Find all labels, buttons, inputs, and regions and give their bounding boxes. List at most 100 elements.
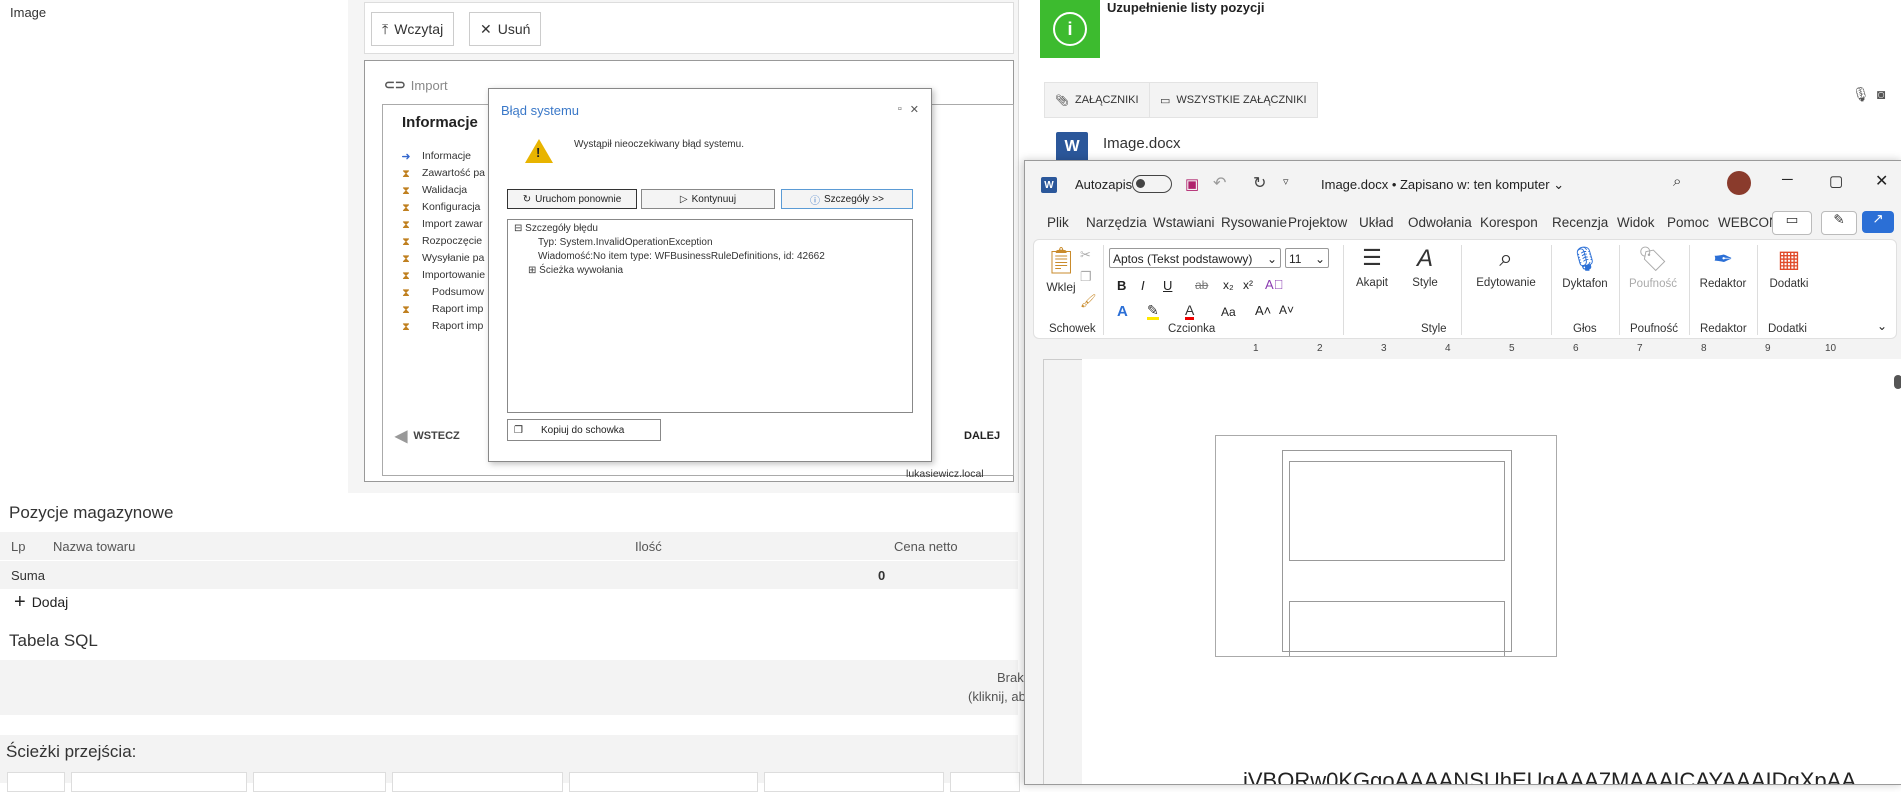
separator <box>1689 245 1690 335</box>
superscript-icon[interactable]: x² <box>1243 278 1253 292</box>
step-item: ⧗ Wysyłanie pa <box>400 250 485 267</box>
microphone-icon: 🎙︎ <box>1569 246 1601 273</box>
add-label: Dodaj <box>31 594 69 610</box>
add-item-button[interactable]: + Dodaj <box>14 592 69 612</box>
bold-icon[interactable]: B <box>1117 278 1126 293</box>
chevron-down-icon[interactable]: ⌄ <box>1877 319 1887 333</box>
step-item: ⧗ Rozpoczęcie <box>400 233 485 250</box>
search-icon: ⌕ <box>1499 245 1513 272</box>
sql-table[interactable]: Brak (kliknij, ab <box>0 660 1026 715</box>
col-price: Cena netto <box>894 539 958 554</box>
quick-access-icon[interactable]: ▿ <box>1283 175 1289 188</box>
substep-label: Raport imp <box>432 320 484 332</box>
cut-icon[interactable]: ✂ <box>1080 247 1091 263</box>
delete-button[interactable]: ✕ Usuń <box>469 12 542 46</box>
tab-webcon[interactable]: WEBCON <box>1718 215 1778 230</box>
tab-tools[interactable]: Narzędzia <box>1086 215 1150 230</box>
path-button[interactable] <box>392 772 563 792</box>
restart-button: ↻ Uruchom ponownie <box>507 189 637 209</box>
tab-mailings[interactable]: Korespon <box>1480 215 1546 230</box>
separator <box>1551 245 1552 335</box>
comments-icon[interactable]: ▭ <box>1772 211 1812 235</box>
text-effects-icon[interactable]: A <box>1117 303 1128 320</box>
pen-icon[interactable]: ✎ <box>1821 211 1857 235</box>
strikethrough-icon[interactable]: ab <box>1195 278 1208 292</box>
maximize-icon[interactable]: ▢ <box>1829 172 1843 190</box>
hourglass-icon: ⧗ <box>402 252 410 265</box>
dictate-button[interactable]: 🎙︎ Dyktafon <box>1555 245 1615 290</box>
styles-button[interactable]: A Style <box>1405 245 1445 289</box>
underline-icon[interactable]: U <box>1163 278 1172 293</box>
path-button[interactable] <box>7 772 65 792</box>
clipboard-icon: 📋︎ <box>1044 245 1078 275</box>
tab-help[interactable]: Pomoc <box>1667 215 1711 230</box>
embedded-image <box>1215 435 1557 657</box>
hourglass-icon: ⧗ <box>402 303 410 316</box>
editing-button[interactable]: ⌕ Edytowanie <box>1471 245 1541 289</box>
hourglass-icon: ⧗ <box>402 218 410 231</box>
editor-button[interactable]: ✒ Redaktor <box>1693 245 1753 290</box>
minimize-icon[interactable]: ─ <box>1782 171 1793 188</box>
refresh-icon: ↻ <box>522 193 532 205</box>
save-icon[interactable]: ▣ <box>1185 175 1199 193</box>
change-case-icon[interactable]: Aa <box>1221 305 1236 319</box>
autosave-toggle[interactable] <box>1132 175 1172 193</box>
ruler-mark: 4 <box>1445 343 1451 354</box>
step-label: Zawartość pa <box>422 167 486 179</box>
tab-all-attachments[interactable]: ▭ WSZYSTKIE ZAŁĄCZNIKI <box>1149 82 1318 118</box>
tab-review[interactable]: Recenzja <box>1552 215 1612 230</box>
maximize-icon: ▫ <box>897 103 902 115</box>
italic-icon[interactable]: I <box>1141 278 1145 293</box>
clear-format-icon[interactable]: A⃥ <box>1265 277 1283 292</box>
tab-view[interactable]: Widok <box>1617 215 1659 230</box>
mini-details-box <box>1289 461 1505 561</box>
privacy-button[interactable]: 🏷︎ Poufność <box>1623 245 1683 290</box>
paragraph-button[interactable]: ☰ Akapit <box>1351 245 1393 289</box>
attachment-file-name[interactable]: Image.docx <box>1103 135 1181 152</box>
font-color-icon[interactable]: A <box>1185 303 1195 320</box>
document-title-text: Image.docx • Zapisano w: ten komputer <box>1321 177 1550 192</box>
back-label: WSTECZ <box>413 430 460 442</box>
search-icon[interactable]: ⌕ <box>1673 173 1681 190</box>
format-painter-icon[interactable]: 🖌︎ <box>1080 293 1097 309</box>
camera-icon[interactable]: ◙ <box>1877 86 1885 102</box>
import-section-header: Informacje <box>402 114 478 131</box>
separator <box>1757 245 1758 335</box>
close-icon[interactable]: ✕ <box>1875 171 1888 191</box>
tab-attachments[interactable]: 📎︎ ZAŁĄCZNIKI <box>1044 82 1150 118</box>
tab-draw[interactable]: Rysowanie <box>1221 215 1291 230</box>
scrollbar-thumb[interactable] <box>1894 375 1901 389</box>
load-button[interactable]: ⤒ Wczytaj <box>371 12 455 46</box>
tab-layout[interactable]: Układ <box>1359 215 1399 230</box>
paste-button[interactable]: 📋︎ Wklej <box>1041 245 1081 294</box>
path-button[interactable] <box>71 772 247 792</box>
tab-design[interactable]: Projektow <box>1288 215 1352 230</box>
font-size-select[interactable]: 11 ⌄ <box>1285 248 1329 268</box>
redo-icon[interactable]: ↻ <box>1253 173 1266 193</box>
highlight-icon[interactable]: ✎ <box>1147 303 1159 320</box>
share-icon[interactable]: ↗ <box>1862 211 1894 233</box>
undo-icon[interactable]: ↶ <box>1213 173 1226 193</box>
tab-insert[interactable]: Wstawiani <box>1153 215 1217 230</box>
copy-icon[interactable]: ❐ <box>1080 269 1092 285</box>
path-button[interactable] <box>950 772 1020 792</box>
warning-icon: ! <box>525 139 553 163</box>
path-button[interactable] <box>569 772 758 792</box>
grow-font-icon[interactable]: A˄ <box>1255 303 1271 318</box>
font-name-select[interactable]: Aptos (Tekst podstawowy) ⌄ <box>1109 248 1281 268</box>
document-title[interactable]: Image.docx • Zapisano w: ten komputer ⌄ <box>1321 177 1564 193</box>
ruler-mark: 9 <box>1765 343 1771 354</box>
separator <box>1619 245 1620 335</box>
shrink-font-icon[interactable]: A˅ <box>1279 303 1294 317</box>
ruler-mark: 6 <box>1573 343 1579 354</box>
user-label: lukasiewicz.local <box>906 468 984 480</box>
subscript-icon[interactable]: x₂ <box>1223 278 1234 292</box>
microphone-icon[interactable]: 🎙︎ <box>1852 86 1870 103</box>
tab-file[interactable]: Plik <box>1047 215 1085 230</box>
path-button[interactable] <box>253 772 386 792</box>
path-button[interactable] <box>764 772 944 792</box>
avatar[interactable] <box>1727 171 1751 195</box>
tab-references[interactable]: Odwołania <box>1408 215 1474 230</box>
addins-button[interactable]: ▦ Dodatki <box>1761 245 1817 290</box>
items-sum-row: Suma 0 <box>0 561 1018 589</box>
